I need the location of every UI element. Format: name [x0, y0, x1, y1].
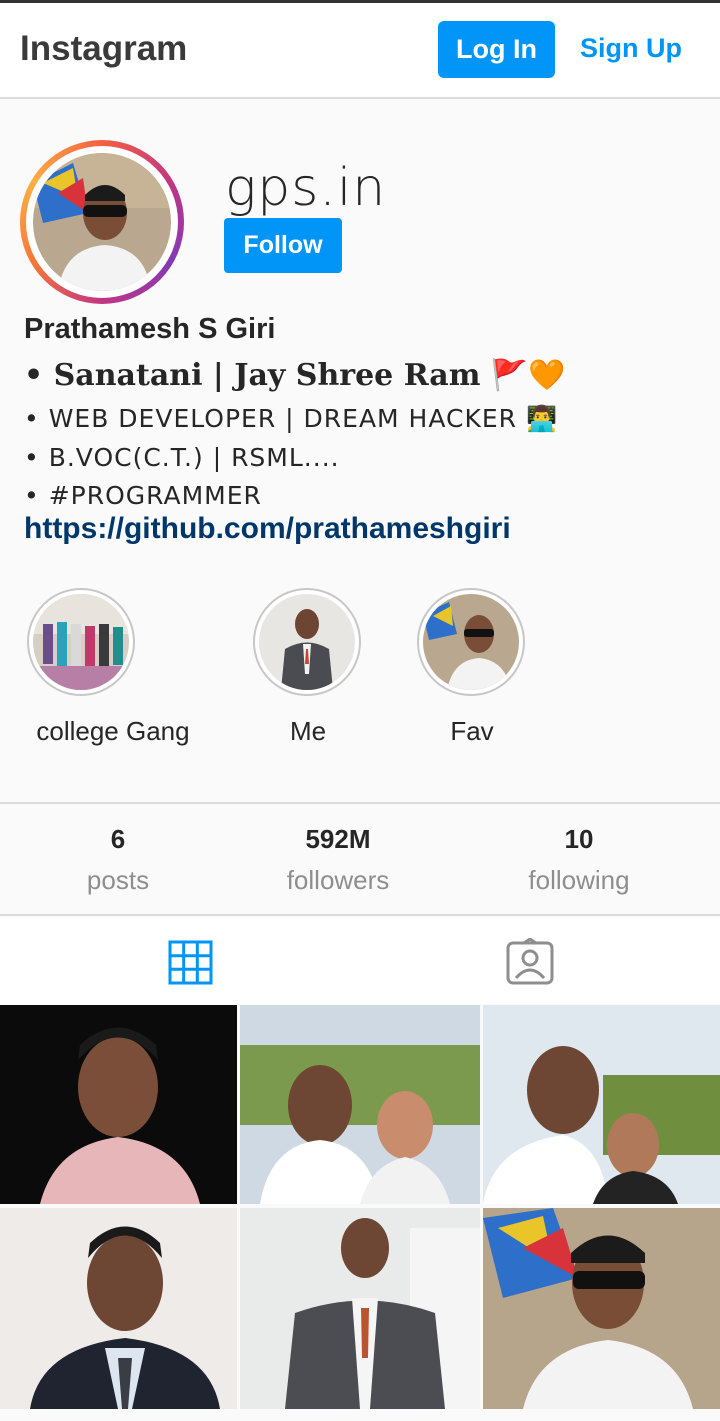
profile-photo [33, 153, 171, 291]
stat-followers[interactable]: 592M followers [238, 824, 438, 896]
bio-line-3: • B.VOC(C.T.) | RSML.... [24, 443, 340, 472]
post-thumbnail[interactable] [0, 1005, 237, 1204]
login-button[interactable]: Log In [438, 21, 555, 78]
bio-line-4: • #PROGRAMMER [24, 481, 262, 510]
highlight-photo [259, 594, 355, 690]
following-label: following [528, 865, 630, 895]
highlight-label: Fav [450, 716, 494, 746]
stat-posts[interactable]: 6 posts [18, 824, 218, 896]
highlight-me[interactable] [253, 588, 361, 696]
post-thumbnail[interactable] [483, 1208, 720, 1409]
followers-label: followers [286, 865, 390, 895]
highlight-photo [33, 594, 129, 690]
profile-link[interactable]: https://github.com/prathameshgiri [24, 512, 511, 546]
profile-full-name: Prathamesh S Giri [24, 313, 276, 345]
stat-following[interactable]: 10 following [479, 824, 679, 896]
profile-username: gps.in [225, 158, 387, 218]
followers-count: 592M [305, 824, 371, 854]
post-thumbnail[interactable] [240, 1208, 480, 1409]
bio-line-2: • WEB DEVELOPER | DREAM HACKER 👨‍💻 [24, 404, 559, 433]
profile-tabs [0, 918, 720, 1004]
post-thumbnail[interactable] [483, 1005, 720, 1204]
signup-link[interactable]: Sign Up [580, 33, 682, 64]
bottom-spacer [0, 1409, 720, 1421]
posts-count: 6 [110, 824, 126, 854]
post-thumbnail[interactable] [240, 1005, 480, 1204]
tagged-icon[interactable] [506, 937, 554, 991]
highlight-label: college Gang [36, 716, 190, 746]
following-count: 10 [564, 824, 594, 854]
top-header: Instagram Log In Sign Up [0, 3, 720, 99]
profile-avatar[interactable] [20, 140, 184, 304]
highlight-photo [423, 594, 519, 690]
highlight-college-gang[interactable] [27, 588, 135, 696]
follow-button[interactable]: Follow [224, 218, 342, 273]
highlight-fav[interactable] [417, 588, 525, 696]
instagram-logo[interactable]: Instagram [20, 29, 187, 69]
bio-line-1: • Sanatani | Jay Shree Ram 🚩🧡 [24, 358, 566, 393]
posts-label: posts [86, 865, 150, 895]
post-thumbnail[interactable] [0, 1208, 237, 1409]
grid-icon[interactable] [168, 940, 213, 990]
posts-grid [0, 1005, 720, 1409]
profile-stats: 6 posts 592M followers 10 following [0, 802, 720, 916]
